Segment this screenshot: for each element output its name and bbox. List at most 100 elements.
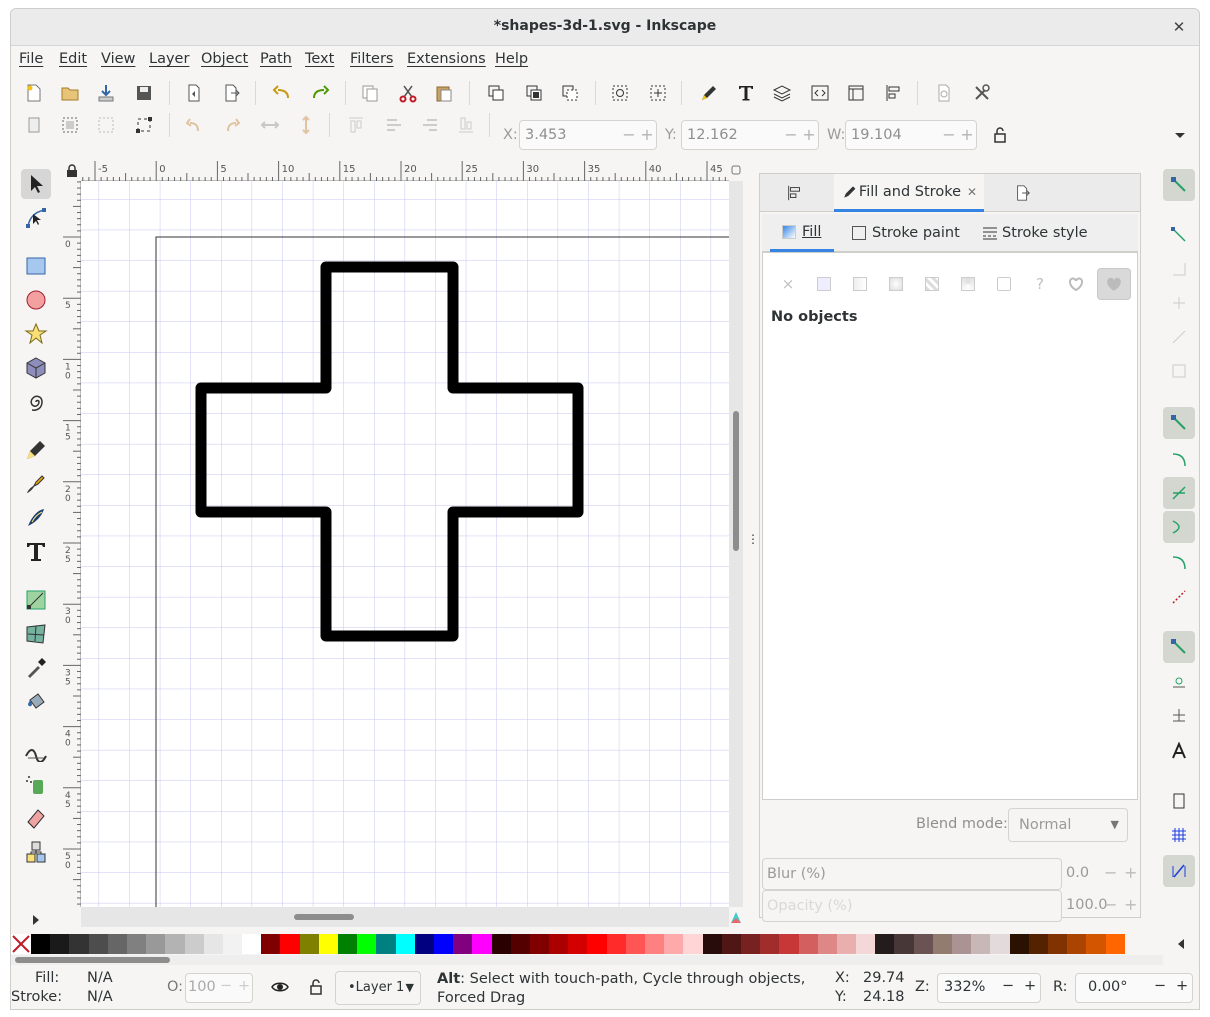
linear-gradient-icon[interactable] (847, 271, 873, 297)
preferences-icon[interactable] (969, 81, 995, 105)
color-swatch[interactable] (357, 934, 377, 954)
color-swatch[interactable] (971, 934, 991, 954)
duplicate-icon[interactable] (483, 81, 509, 105)
color-swatch[interactable] (664, 934, 684, 954)
snap-page-border-icon[interactable] (1163, 785, 1195, 817)
color-management-icon[interactable] (729, 909, 743, 925)
close-tab-icon[interactable]: ✕ (967, 185, 977, 199)
snap-grid-icon[interactable] (1163, 819, 1195, 851)
color-swatch[interactable] (952, 934, 972, 954)
lock-guides-icon[interactable] (63, 161, 81, 181)
menu-edit[interactable]: Edit (59, 51, 87, 67)
import-icon[interactable] (93, 81, 119, 105)
color-swatch[interactable] (414, 934, 434, 954)
blur-increment-button[interactable]: + (1124, 863, 1137, 882)
color-swatch[interactable] (913, 934, 933, 954)
eraser-tool-icon[interactable] (21, 803, 51, 833)
zoom-selection-icon[interactable] (607, 81, 633, 105)
menu-path[interactable]: Path (260, 51, 292, 67)
color-swatch[interactable] (472, 934, 492, 954)
palette-menu-icon[interactable] (1173, 936, 1189, 952)
color-swatch[interactable] (146, 934, 166, 954)
snap-smooth-nodes-icon[interactable] (1163, 547, 1195, 579)
palette-scroll-thumb[interactable] (15, 957, 170, 963)
snap-line-midpoint-icon[interactable] (1163, 581, 1195, 613)
snap-path-intersection-icon[interactable] (1163, 477, 1195, 509)
radial-gradient-icon[interactable] (883, 271, 909, 297)
color-swatch[interactable] (779, 934, 799, 954)
zoom-out-button[interactable]: − (1002, 978, 1014, 994)
tab-export[interactable] (988, 174, 1058, 212)
rotate-cw-button[interactable]: + (1176, 978, 1188, 994)
color-swatch[interactable] (875, 934, 895, 954)
selector-tool-icon[interactable] (21, 169, 51, 199)
snap-bbox-center-icon[interactable] (1163, 355, 1195, 387)
color-swatch[interactable] (510, 934, 530, 954)
color-swatch[interactable] (280, 934, 300, 954)
fill-stroke-icon[interactable] (695, 81, 721, 105)
save-icon[interactable] (131, 81, 157, 105)
star-tool-icon[interactable] (21, 319, 51, 349)
opacity-decrement-button[interactable]: − (1104, 895, 1117, 914)
color-swatch[interactable] (836, 934, 857, 954)
no-paint-swatch[interactable] (11, 934, 31, 954)
color-swatch[interactable] (50, 934, 70, 954)
pen-tool-icon[interactable] (21, 469, 51, 499)
blur-field[interactable]: Blur (%) (762, 858, 1062, 890)
flip-horizontal-icon[interactable] (257, 113, 283, 137)
color-swatch[interactable] (1047, 934, 1068, 954)
color-swatch[interactable] (88, 934, 108, 954)
undo-icon[interactable] (269, 81, 295, 105)
pencil-tool-icon[interactable] (21, 435, 51, 465)
color-swatch[interactable] (1105, 934, 1125, 954)
color-swatch[interactable] (203, 934, 223, 954)
x-field[interactable]: 3.453 − + (519, 120, 657, 150)
horizontal-scroll-thumb[interactable] (294, 914, 354, 920)
color-swatch[interactable] (1067, 934, 1087, 954)
node-tool-icon[interactable] (21, 203, 51, 233)
opacity-status-decrement[interactable]: − (220, 978, 232, 994)
paste-icon[interactable] (431, 81, 457, 105)
swatch-icon[interactable] (991, 271, 1017, 297)
color-swatch[interactable] (529, 934, 550, 954)
menu-text[interactable]: Text (305, 51, 334, 67)
color-swatch[interactable] (376, 934, 396, 954)
color-swatch[interactable] (645, 934, 665, 954)
layer-visibility-icon[interactable] (271, 979, 289, 999)
spiral-tool-icon[interactable] (21, 387, 51, 417)
color-swatch[interactable] (702, 934, 722, 954)
transform-handles-icon[interactable] (131, 113, 157, 137)
rectangle-tool-icon[interactable] (21, 251, 51, 281)
menu-help[interactable]: Help (495, 51, 528, 67)
color-swatch[interactable] (932, 934, 952, 954)
y-field[interactable]: 12.162 − + (681, 120, 819, 150)
snap-toggle-icon[interactable] (1163, 169, 1195, 201)
menu-layer[interactable]: Layer (149, 51, 189, 67)
color-swatch[interactable] (299, 934, 319, 954)
color-swatch[interactable] (1009, 934, 1029, 954)
snap-paths-icon[interactable] (1163, 443, 1195, 475)
color-swatch[interactable] (1086, 934, 1106, 954)
ellipse-tool-icon[interactable] (21, 285, 51, 315)
color-swatch[interactable] (625, 934, 645, 954)
3d-box-tool-icon[interactable] (21, 353, 51, 383)
color-swatch[interactable] (491, 934, 511, 954)
redo-icon[interactable] (307, 81, 333, 105)
nonzero-fill-icon[interactable] (1097, 268, 1131, 300)
rotation-lock-icon[interactable] (729, 161, 743, 179)
color-swatch[interactable] (549, 934, 569, 954)
lock-ratio-icon[interactable] (987, 123, 1013, 147)
unlink-clone-icon[interactable] (557, 81, 583, 105)
color-swatch[interactable] (990, 934, 1010, 954)
opacity-status-increment[interactable]: + (238, 978, 250, 994)
panel-resize-handle[interactable]: ⋮ (747, 533, 759, 551)
opacity-status-field[interactable]: 100 − + (185, 973, 253, 1003)
text-font-icon[interactable] (733, 81, 759, 105)
snap-others-icon[interactable] (1163, 631, 1195, 663)
rotate-ccw-icon[interactable] (181, 113, 207, 137)
color-swatch[interactable] (69, 934, 89, 954)
color-swatch[interactable] (126, 934, 147, 954)
rotate-cw-icon[interactable] (219, 113, 245, 137)
raise-to-top-icon[interactable] (343, 113, 369, 137)
paint-bucket-tool-icon[interactable] (21, 687, 51, 717)
